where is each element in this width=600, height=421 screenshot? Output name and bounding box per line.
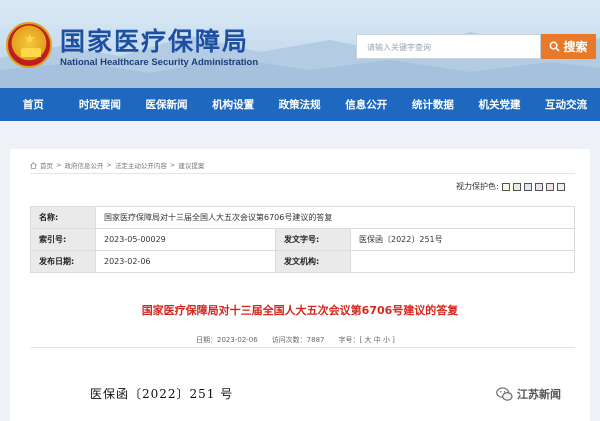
watermark-text: 江苏新闻 <box>517 388 561 401</box>
nav-item-organization[interactable]: 机构设置 <box>200 97 267 112</box>
article-title: 国家医疗保障局对十三届全国人大五次会议第6706号建议的答复 <box>141 304 459 317</box>
color-swatch[interactable] <box>534 182 543 191</box>
article-date: 日期：2023-02-06 <box>196 336 258 344</box>
nav-item-disclosure[interactable]: 信息公开 <box>333 97 400 112</box>
site-subtitle: National Healthcare Security Administrat… <box>60 57 259 68</box>
wechat-icon <box>496 386 513 401</box>
color-swatch[interactable] <box>501 182 510 191</box>
divider <box>30 173 575 174</box>
table-row: 索引号: 2023-05-00029 发文字号: 医保函〔2022〕251号 <box>30 228 575 251</box>
article-info: 日期：2023-02-06 访问次数：7887 字号：[ 大 中 小 ] <box>196 335 395 345</box>
nav-item-healthcare-news[interactable]: 医保新闻 <box>133 97 200 112</box>
site-header: ★ 国家医疗保障局 National Healthcare Security A… <box>0 0 600 88</box>
breadcrumb-separator: > <box>106 161 112 169</box>
main-nav: 首页 时政要闻 医保新闻 机构设置 政策法规 信息公开 统计数据 机关党建 互动… <box>0 88 600 121</box>
color-swatch[interactable] <box>556 182 565 191</box>
breadcrumb-statutory[interactable]: 法定主动公开内容 <box>115 160 167 170</box>
search-button[interactable]: 搜索 <box>541 34 596 59</box>
search-icon <box>550 41 561 52</box>
article-views: 访问次数：7887 <box>271 336 325 344</box>
search-button-label: 搜索 <box>563 40 588 54</box>
table-row: 名称: 国家医疗保障局对十三届全国人大五次会议第6706号建议的答复 <box>30 206 575 229</box>
breadcrumb-disclosure[interactable]: 政府信息公开 <box>64 160 103 170</box>
national-emblem-logo: ★ <box>6 22 52 68</box>
docno-value: 医保函〔2022〕251号 <box>350 228 575 251</box>
document-meta-table: 名称: 国家医疗保障局对十三届全国人大五次会议第6706号建议的答复 索引号: … <box>30 206 575 273</box>
index-value: 2023-05-00029 <box>95 228 276 251</box>
site-title: 国家医疗保障局 <box>60 27 250 56</box>
name-value: 国家医疗保障局对十三届全国人大五次会议第6706号建议的答复 <box>95 206 575 229</box>
document-number: 医保函〔2022〕251 号 <box>90 387 234 401</box>
org-value <box>350 250 575 273</box>
index-label: 索引号: <box>30 228 96 251</box>
home-icon <box>30 161 37 169</box>
vision-protection-colors: 视力保护色: <box>456 181 565 192</box>
breadcrumb: 首页 > 政府信息公开 > 法定主动公开内容 > 建议提案 <box>30 160 204 170</box>
name-label: 名称: <box>30 206 96 229</box>
color-swatch[interactable] <box>545 182 554 191</box>
color-swatch[interactable] <box>512 182 521 191</box>
divider <box>30 347 575 348</box>
date-label: 发布日期: <box>30 250 96 273</box>
watermark: 江苏新闻 <box>496 386 561 402</box>
org-label: 发文机构: <box>275 250 351 273</box>
nav-item-interaction[interactable]: 互动交流 <box>533 97 600 112</box>
docno-label: 发文字号: <box>275 228 351 251</box>
breadcrumb-separator: > <box>56 161 62 169</box>
nav-item-policies[interactable]: 政策法规 <box>266 97 333 112</box>
nav-item-news[interactable]: 时政要闻 <box>67 97 134 112</box>
table-row: 发布日期: 2023-02-06 发文机构: <box>30 250 575 273</box>
search-input[interactable]: 请输入关键字查询 <box>356 34 541 59</box>
nav-item-home[interactable]: 首页 <box>0 97 67 112</box>
content-panel: 首页 > 政府信息公开 > 法定主动公开内容 > 建议提案 视力保护色: 名称: 国家… <box>10 149 590 421</box>
date-value: 2023-02-06 <box>95 250 276 273</box>
vision-label: 视力保护色: <box>456 182 499 191</box>
breadcrumb-proposals[interactable]: 建议提案 <box>178 160 204 170</box>
breadcrumb-separator: > <box>169 161 176 169</box>
nav-item-party[interactable]: 机关党建 <box>466 97 533 112</box>
color-swatch[interactable] <box>523 182 532 191</box>
breadcrumb-home[interactable]: 首页 <box>40 160 53 170</box>
font-size-selector[interactable]: 字号：[ 大 中 小 ] <box>339 335 395 345</box>
nav-item-statistics[interactable]: 统计数据 <box>400 97 467 112</box>
